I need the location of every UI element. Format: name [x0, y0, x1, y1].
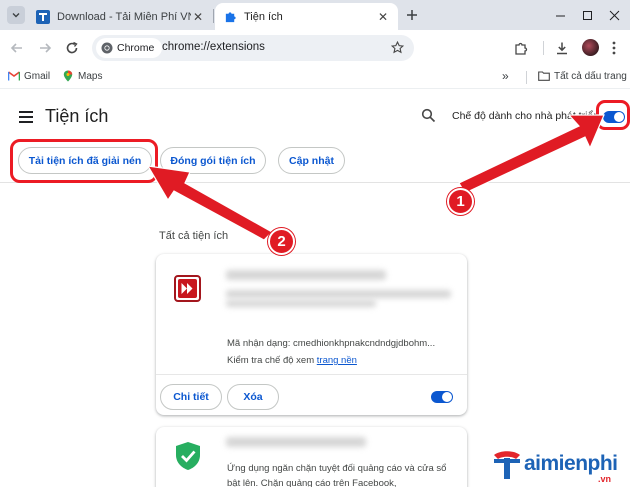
toolbar-separator: [543, 41, 544, 55]
extension-card: Mã nhận dạng: cmedhionkhpnakcndndgjdbohm…: [156, 254, 467, 415]
downloads-button[interactable]: [554, 40, 570, 56]
close-icon[interactable]: ✕: [191, 10, 205, 24]
card-divider: [156, 374, 467, 375]
reload-icon: [66, 41, 78, 54]
address-bar[interactable]: Chrome chrome://extensions: [92, 35, 414, 61]
blurred-extension-name: [226, 270, 386, 280]
toolbar: Chrome chrome://extensions: [0, 30, 630, 66]
close-icon: [609, 10, 619, 20]
extension-id: Mã nhận dạng: cmedhionkhpnakcndndgjdbohm…: [227, 338, 436, 349]
background-page-link[interactable]: trang nền: [317, 355, 357, 366]
site-info-chip[interactable]: Chrome: [96, 38, 163, 58]
extensions-button[interactable]: [513, 40, 529, 56]
bookmark-label: Tất cả dấu trang: [554, 70, 627, 82]
plus-icon: [407, 10, 417, 20]
blurred-extension-name: [226, 437, 366, 447]
tab-title: Tiện ích: [244, 10, 283, 23]
inspect-views: Kiểm tra chế độ xem trang nền: [227, 355, 357, 366]
url-text: chrome://extensions: [162, 41, 265, 53]
tab-strip: Download - Tải Miễn Phí VN - Ph ✕ Tiện í…: [0, 0, 630, 30]
section-title: Tất cả tiện ích: [159, 230, 229, 242]
watermark-logo: aimienphi .vn: [488, 446, 628, 484]
maps-pin-icon: [62, 70, 74, 82]
reload-button[interactable]: [63, 39, 81, 57]
minimize-button[interactable]: [551, 6, 569, 24]
tab-search-button[interactable]: [7, 6, 25, 24]
all-bookmarks-button[interactable]: Tất cả dấu trang: [538, 70, 627, 82]
taimienphi-logo-icon: [494, 451, 520, 479]
search-button[interactable]: [421, 108, 437, 124]
bookmark-star-button[interactable]: [390, 40, 405, 55]
tab-separator: [213, 9, 214, 23]
step-badge-1: 1: [447, 188, 474, 215]
bookmarks-bar: Gmail Maps » Tất cả dấu trang: [0, 66, 630, 88]
chip-label: Chrome: [117, 42, 155, 54]
developer-mode-label: Chế độ dành cho nhà phát triển: [452, 110, 600, 122]
blurred-description: [226, 300, 376, 307]
step-badge-2: 2: [268, 228, 295, 255]
page-title: Tiện ích: [45, 106, 109, 126]
chrome-logo-icon: [101, 42, 113, 54]
extension-enable-toggle[interactable]: [431, 391, 453, 403]
watermark-text: aimienphi: [524, 452, 618, 475]
bookmark-label: Maps: [78, 70, 103, 82]
red-double-arrow-icon: [174, 275, 201, 302]
puzzle-icon: [515, 42, 528, 55]
green-shield-icon: [176, 442, 200, 470]
close-window-button[interactable]: [605, 6, 623, 24]
maximize-button[interactable]: [578, 6, 596, 24]
download-icon: [557, 42, 567, 55]
highlight-box: [596, 100, 630, 130]
blurred-description: [226, 290, 451, 298]
arrow-left-icon: [10, 43, 22, 53]
profile-avatar[interactable]: [582, 39, 599, 56]
search-icon: [421, 108, 436, 123]
more-vert-icon: [612, 41, 616, 55]
arrow-right-icon: [40, 43, 52, 53]
puzzle-icon: [223, 10, 237, 24]
star-icon: [391, 41, 404, 54]
highlight-box: [10, 139, 158, 183]
tab-title: Download - Tải Miễn Phí VN - Ph: [57, 10, 191, 23]
double-chevron-icon: »: [502, 69, 509, 83]
remove-button[interactable]: Xóa: [227, 384, 279, 410]
menu-button[interactable]: [606, 40, 622, 56]
tab-extensions[interactable]: Tiện ích ✕: [215, 3, 398, 30]
forward-button[interactable]: [36, 39, 54, 57]
new-tab-button[interactable]: [404, 7, 420, 23]
maximize-icon: [582, 10, 592, 20]
bookmarks-overflow-button[interactable]: »: [502, 69, 509, 83]
taimienphi-favicon-icon: [36, 9, 50, 24]
pack-extension-button[interactable]: Đóng gói tiện ích: [160, 147, 266, 174]
tab-download[interactable]: Download - Tải Miễn Phí VN - Ph ✕: [28, 3, 213, 30]
bookmark-label: Gmail: [24, 70, 51, 82]
bookmark-gmail[interactable]: Gmail: [8, 70, 50, 82]
chevron-down-icon: [12, 13, 20, 18]
close-icon[interactable]: ✕: [376, 10, 390, 24]
bookmark-maps[interactable]: Maps: [62, 70, 102, 82]
minimize-icon: [555, 15, 565, 16]
gmail-icon: [8, 70, 20, 82]
back-button[interactable]: [8, 39, 26, 57]
details-button[interactable]: Chi tiết: [160, 384, 222, 410]
hamburger-menu-icon[interactable]: [19, 111, 33, 123]
update-button[interactable]: Cập nhật: [278, 147, 345, 174]
inspect-label: Kiểm tra chế độ xem: [227, 355, 315, 366]
folder-icon: [538, 70, 550, 82]
watermark-suffix: .vn: [598, 474, 612, 484]
extension-card: Ứng dụng ngăn chặn tuyệt đối quảng cáo v…: [156, 427, 467, 487]
extension-description: Ứng dụng ngăn chặn tuyệt đối quảng cáo v…: [227, 463, 447, 487]
bookmarks-separator: [526, 71, 527, 84]
